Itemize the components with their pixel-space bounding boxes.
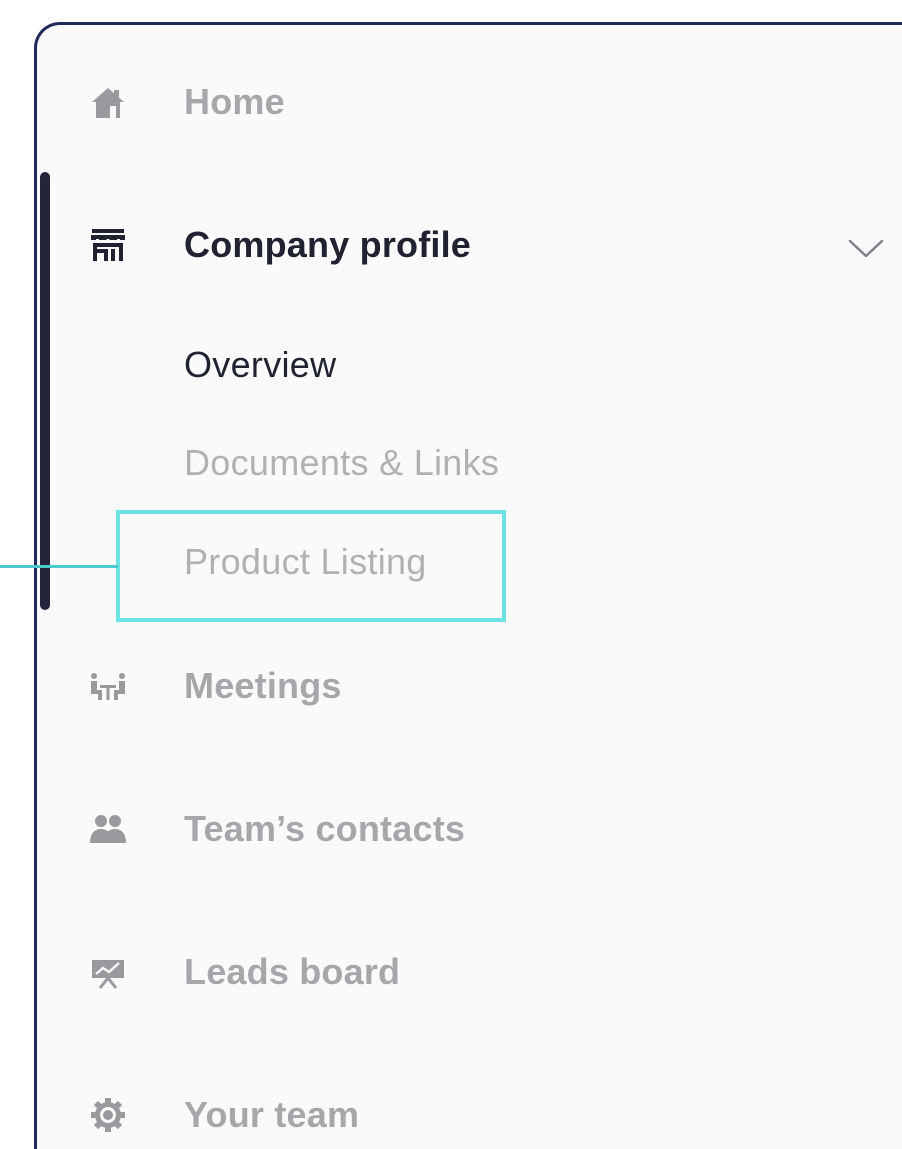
sidebar-item-label: Company profile bbox=[184, 224, 472, 265]
sidebar-item-leads-board[interactable]: Leads board bbox=[88, 942, 400, 1002]
subitem-documents-links[interactable]: Documents & Links bbox=[184, 438, 499, 488]
sidebar-item-your-team[interactable]: Your team bbox=[88, 1085, 359, 1145]
sidebar-item-label: Home bbox=[184, 81, 285, 122]
sidebar-item-company-profile[interactable]: Company profile bbox=[88, 215, 471, 275]
people-icon bbox=[88, 809, 128, 849]
presentation-board-icon bbox=[88, 952, 128, 992]
meeting-table-icon bbox=[88, 666, 128, 706]
highlight-annotation bbox=[116, 510, 506, 622]
sidebar-item-meetings[interactable]: Meetings bbox=[88, 656, 342, 716]
home-icon bbox=[88, 82, 128, 122]
background bbox=[0, 0, 38, 1149]
sidebar-item-label: Your team bbox=[184, 1094, 360, 1135]
sidebar-item-teams-contacts[interactable]: Team’s contacts bbox=[88, 799, 465, 859]
storefront-icon bbox=[88, 225, 128, 265]
subitem-overview[interactable]: Overview bbox=[184, 340, 336, 390]
sidebar-item-home[interactable]: Home bbox=[88, 72, 285, 132]
sidebar-scrollbar[interactable] bbox=[40, 172, 50, 610]
app-frame: Home Company profile Overview Documents bbox=[0, 0, 902, 1149]
sidebar-item-label: Leads board bbox=[184, 951, 401, 992]
chevron-down-icon[interactable] bbox=[846, 232, 886, 264]
sidebar-item-label: Team’s contacts bbox=[184, 808, 466, 849]
gear-icon bbox=[88, 1095, 128, 1135]
callout-line bbox=[0, 565, 118, 568]
sidebar-item-label: Meetings bbox=[184, 665, 342, 706]
